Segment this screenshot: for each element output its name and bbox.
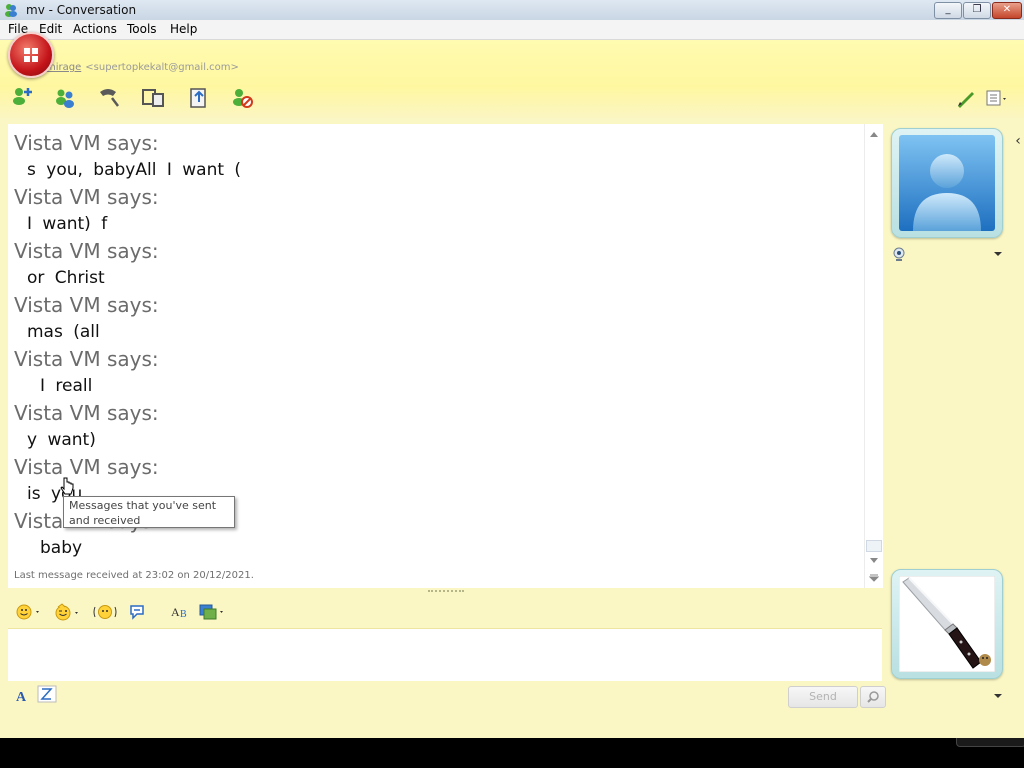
font-icon[interactable]: AB: [170, 603, 190, 621]
scroll-down-icon[interactable]: [869, 557, 879, 565]
message-text: baby: [40, 538, 83, 558]
scroll-bottom-icon[interactable]: [869, 574, 879, 582]
wink-icon[interactable]: [54, 603, 82, 621]
menu-tools[interactable]: Tools: [127, 22, 157, 36]
handwriting-icon[interactable]: [36, 684, 58, 704]
message-text: I reall: [40, 376, 93, 396]
message-text: or Christ: [27, 268, 105, 288]
close-button[interactable]: ✕: [992, 2, 1022, 19]
taskbar: [0, 738, 1024, 768]
svg-text:A: A: [16, 690, 27, 704]
message: Vista VM says: s you, babyAll I want (: [14, 130, 854, 184]
contact-display-picture[interactable]: [891, 128, 1003, 238]
message-text: mas (all: [27, 322, 100, 342]
video-call-icon[interactable]: [140, 86, 166, 110]
message: Vista VM says: mas (all: [14, 292, 854, 346]
history-scrollbar[interactable]: [864, 124, 883, 588]
message-sender: Vista VM says:: [14, 455, 159, 479]
window-title: mv - Conversation: [26, 3, 137, 17]
invite-contact-icon[interactable]: [10, 84, 36, 108]
pane-splitter[interactable]: [428, 590, 464, 596]
message: Vista VM says: or Christ: [14, 238, 854, 292]
background-icon[interactable]: [198, 603, 228, 621]
taskbar-tray[interactable]: [956, 738, 1024, 747]
scroll-thumb[interactable]: [866, 540, 882, 552]
webcam-icon[interactable]: [892, 246, 906, 262]
compose-toolbar: AB: [8, 598, 882, 626]
display-picture-dropdown-icon[interactable]: [993, 692, 1003, 700]
maximize-button[interactable]: ❐: [963, 2, 991, 19]
my-display-picture[interactable]: [891, 569, 1003, 679]
menu-bar: File Edit Actions Tools Help: [0, 20, 1024, 40]
message-input[interactable]: [8, 628, 882, 681]
nudge-icon[interactable]: [92, 603, 118, 621]
knife-picture-icon: [899, 576, 995, 672]
menu-actions[interactable]: Actions: [73, 22, 117, 36]
send-file-icon[interactable]: [186, 86, 212, 110]
windows-logo-icon: [24, 48, 38, 62]
contact-info: mirage <supertopkekalt@gmail.com>: [46, 62, 239, 73]
message-text: s you, babyAll I want (: [27, 160, 242, 180]
text-font-icon[interactable]: A: [14, 688, 30, 704]
messenger-icon: [5, 4, 17, 17]
share-contacts-icon[interactable]: [52, 86, 78, 110]
message-sender: Vista VM says:: [14, 239, 159, 263]
conversation-header: mirage <supertopkekalt@gmail.com>: [0, 40, 1024, 118]
history-tooltip: Messages that you've sent and received: [63, 496, 235, 528]
scroll-up-icon[interactable]: [869, 130, 879, 138]
emoticon-icon[interactable]: [16, 604, 44, 620]
title-bar[interactable]: mv - Conversation _ ❐ ✕: [0, 0, 1024, 21]
svg-text:A: A: [171, 605, 180, 619]
pen-icon[interactable]: [954, 86, 980, 110]
message: Vista VM says: I want) f: [14, 184, 854, 238]
block-contact-icon[interactable]: [230, 86, 256, 110]
menu-edit[interactable]: Edit: [39, 22, 62, 36]
mouse-cursor-icon: [60, 477, 74, 495]
menu-icon[interactable]: [984, 86, 1010, 110]
message-sender: Vista VM says:: [14, 401, 159, 425]
message-sender: Vista VM says:: [14, 347, 159, 371]
contact-email: <supertopkekalt@gmail.com>: [85, 62, 239, 73]
minimize-button[interactable]: _: [934, 2, 962, 19]
last-message-status: Last message received at 23:02 on 20/12/…: [14, 570, 254, 581]
send-button[interactable]: Send: [788, 686, 858, 708]
svg-text:B: B: [180, 609, 187, 620]
message: Vista VM says: y want): [14, 400, 854, 454]
message: Vista VM says: I reall: [14, 346, 854, 400]
search-icon: [867, 691, 879, 703]
message-text: y want): [27, 430, 96, 450]
message-text: I want) f: [27, 214, 108, 234]
record-button[interactable]: [8, 32, 54, 78]
message-sender: Vista VM says:: [14, 131, 159, 155]
voice-clip-icon[interactable]: [128, 603, 146, 621]
message-sender: Vista VM says:: [14, 293, 159, 317]
conversation-window: mv - Conversation _ ❐ ✕ File Edit Action…: [0, 0, 1024, 738]
call-icon[interactable]: [96, 86, 122, 110]
webcam-dropdown-icon[interactable]: [993, 250, 1003, 258]
default-avatar-icon: [899, 135, 995, 231]
search-button[interactable]: [860, 686, 886, 708]
collapse-panel-icon[interactable]: ‹: [1012, 124, 1024, 158]
menu-help[interactable]: Help: [170, 22, 197, 36]
message-sender: Vista VM says:: [14, 185, 159, 209]
